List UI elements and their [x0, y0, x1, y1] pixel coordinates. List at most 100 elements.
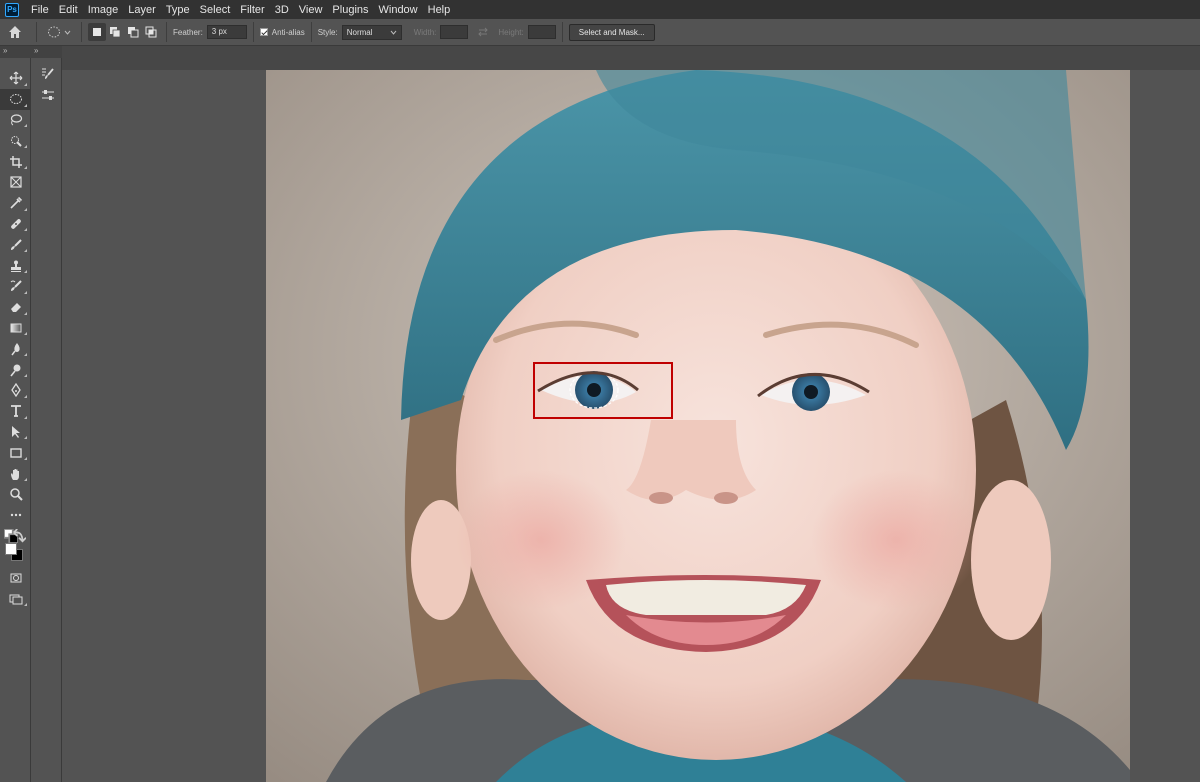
- add-to-selection-button[interactable]: [106, 23, 124, 41]
- side-panel: [32, 58, 62, 782]
- frame-icon: [9, 176, 22, 188]
- portrait-photo[interactable]: [266, 70, 1130, 782]
- chevron-down-icon: [64, 30, 71, 35]
- right-nostril: [714, 492, 738, 504]
- brush-tool[interactable]: [0, 234, 31, 255]
- teeth: [606, 580, 806, 615]
- antialias-checkbox[interactable]: [259, 28, 268, 36]
- dodge-tool[interactable]: [0, 359, 31, 380]
- separator: [81, 22, 82, 42]
- zoom-tool[interactable]: [0, 484, 31, 505]
- menu-3d[interactable]: 3D: [270, 4, 294, 16]
- intersect-selection-button[interactable]: [142, 23, 160, 41]
- menu-bar: Ps File Edit Image Layer Type Select Fil…: [0, 0, 1200, 19]
- edit-toolbar-button[interactable]: [0, 505, 31, 526]
- antialias-label: Anti-alias: [271, 27, 305, 37]
- separator: [310, 22, 312, 42]
- menu-select[interactable]: Select: [195, 4, 236, 16]
- photo-canvas[interactable]: [266, 70, 1130, 782]
- height-input: [527, 25, 556, 39]
- lasso-tool[interactable]: [0, 110, 31, 131]
- screen-mode-icon: [9, 594, 22, 605]
- separator: [36, 22, 37, 42]
- select-and-mask-button[interactable]: Select and Mask...: [568, 23, 655, 41]
- crop-tool[interactable]: [0, 151, 31, 172]
- collapse-icon: »: [34, 46, 39, 55]
- more-icon: [10, 513, 21, 517]
- rectangle-icon: [9, 448, 22, 458]
- quick-selection-tool[interactable]: [0, 130, 31, 151]
- move-icon: [9, 71, 22, 85]
- home-button[interactable]: [0, 19, 30, 46]
- menu-view[interactable]: View: [294, 4, 328, 16]
- zoom-icon: [9, 488, 23, 502]
- style-value: Normal: [346, 27, 373, 37]
- eyedropper-tool[interactable]: [0, 193, 31, 214]
- screen-mode-button[interactable]: [0, 588, 31, 609]
- right-pupil: [804, 385, 818, 399]
- photoshop-logo-icon: Ps: [5, 2, 19, 17]
- add-to-selection-icon: [110, 27, 121, 38]
- menu-image[interactable]: Image: [83, 4, 124, 16]
- hand-icon: [10, 468, 19, 480]
- color-swatches: [0, 540, 31, 568]
- menu-help[interactable]: Help: [423, 4, 456, 16]
- intersect-selection-icon: [145, 26, 157, 38]
- style-label: Style:: [317, 27, 338, 37]
- menu-layer[interactable]: Layer: [123, 4, 161, 16]
- pen-tool[interactable]: [0, 380, 31, 401]
- type-tool[interactable]: [0, 401, 31, 422]
- rectangle-tool[interactable]: [0, 442, 31, 463]
- options-bar: Feather: 3 px Anti-alias Style: Normal W…: [0, 19, 1200, 46]
- home-icon: [9, 26, 21, 38]
- chevron-down-icon: [390, 30, 397, 35]
- foreground-color-swatch[interactable]: [5, 542, 17, 555]
- clone-stamp-tool[interactable]: [0, 255, 31, 276]
- brush-settings-button[interactable]: [32, 64, 63, 85]
- height-label: Height:: [498, 27, 524, 37]
- tool-preset-picker[interactable]: [47, 25, 71, 39]
- elliptical-marquee-tool[interactable]: [0, 88, 31, 110]
- history-brush-tool[interactable]: [0, 276, 31, 297]
- width-label: Width:: [413, 27, 437, 37]
- hand-tool[interactable]: [0, 463, 31, 484]
- path-selection-tool[interactable]: [0, 422, 31, 443]
- left-pupil: [587, 383, 601, 397]
- toolbar-collapse[interactable]: »: [0, 46, 31, 58]
- adjustments-button[interactable]: [32, 85, 63, 106]
- menu-edit[interactable]: Edit: [54, 4, 83, 16]
- menu-file[interactable]: File: [26, 4, 54, 16]
- gradient-tool[interactable]: [0, 318, 31, 339]
- menu-filter[interactable]: Filter: [235, 4, 269, 16]
- eraser-tool[interactable]: [0, 297, 31, 318]
- brush-settings-icon: [41, 68, 54, 80]
- quick-mask-button[interactable]: [0, 568, 31, 589]
- feather-input[interactable]: 3 px: [206, 25, 247, 39]
- right-cheek: [811, 470, 981, 610]
- tools-panel: [0, 58, 31, 782]
- lasso-icon: [10, 114, 22, 126]
- move-tool[interactable]: [0, 68, 31, 89]
- style-dropdown[interactable]: Normal: [341, 24, 402, 40]
- left-nostril: [649, 492, 673, 504]
- quick-selection-icon: [10, 135, 22, 147]
- document-tab-strip: [62, 46, 1200, 70]
- eraser-icon: [10, 303, 21, 313]
- feather-label: Feather:: [173, 27, 203, 37]
- new-selection-button[interactable]: [88, 23, 106, 41]
- healing-brush-tool[interactable]: [0, 214, 31, 235]
- right-ear: [971, 480, 1051, 640]
- menu-window[interactable]: Window: [374, 4, 423, 16]
- arrow-icon: [11, 425, 20, 438]
- menu-plugins[interactable]: Plugins: [327, 4, 373, 16]
- side-panel-collapse[interactable]: »: [31, 46, 62, 58]
- frame-tool[interactable]: [0, 172, 31, 193]
- menu-type[interactable]: Type: [161, 4, 195, 16]
- eyedropper-icon: [9, 197, 22, 209]
- sliders-icon: [41, 90, 54, 101]
- width-input: [440, 25, 469, 39]
- blur-tool[interactable]: [0, 338, 31, 359]
- ellipse-marquee-icon: [48, 26, 60, 38]
- swap-arrows-icon[interactable]: [477, 26, 489, 38]
- subtract-from-selection-button[interactable]: [124, 23, 142, 41]
